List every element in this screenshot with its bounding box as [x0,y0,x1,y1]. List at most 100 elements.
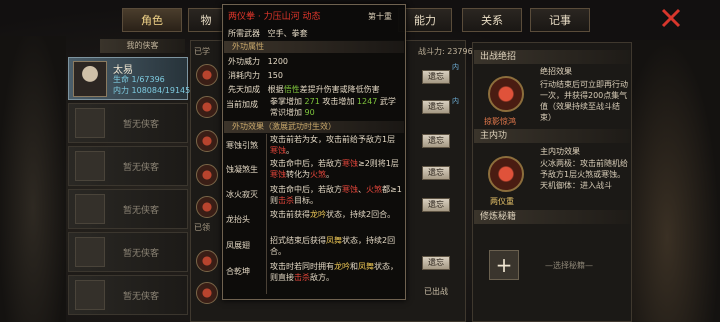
cost-key: 消耗内力 [228,71,260,80]
weapon-key: 所需武器 [228,29,260,38]
empty-hero-slot[interactable]: 暂无侠客 [68,103,188,143]
skill-icon[interactable] [196,196,218,218]
empty-label: 暂无侠客 [123,120,160,130]
avatar-placeholder [75,108,105,138]
hero-life: 生命 1/67396 [113,75,165,84]
close-button[interactable] [658,5,684,31]
innate-highlight: 悟性 [283,85,300,94]
tab-relations[interactable]: 关系 [462,8,522,32]
tab-ability[interactable]: 能力 [398,8,452,32]
effect-keyword: 寒蚀 [342,185,358,194]
tooltip-level: 第十重 [368,12,392,21]
effect-text: 招式结束后获得凤舞状态，持续2回合。 [270,235,402,257]
empty-label: 暂无侠客 [123,249,160,259]
skill-icon[interactable] [196,130,218,152]
effect-keyword: 凤舞 [358,262,374,271]
innate-key: 先天加成 [228,85,260,94]
effect-key: 寒蚀引煞 [226,141,258,150]
avatar [73,61,107,97]
effect-key: 蚀凝煞生 [226,165,258,174]
forget-button[interactable]: 遗忘 [422,134,450,148]
attack-power: 外功威力 1200 [228,56,288,67]
effect-part: 攻击时若同时拥有 [270,262,334,271]
forget-button[interactable]: 遗忘 [422,166,450,180]
add-secret-book-button[interactable]: + [489,250,519,280]
learned-label: 已学 [194,47,210,56]
neigong-effect-desc: 火冰两极：攻击前随机给予敌方1层火煞或寒蚀。天机御体：进入战斗 [540,159,628,190]
ultimate-skill-icon[interactable] [488,76,524,112]
avatar-placeholder [75,151,105,181]
effect-part: 转化为 [286,170,310,179]
empty-hero-slot[interactable]: 暂无侠客 [68,232,188,272]
effect-key: 合乾坤 [226,267,250,276]
main-neigong-header: 主内功 [474,129,630,143]
left-decoration [0,36,66,322]
effect-part: 攻击前若为女，攻击前给予敌方1层 [270,135,396,144]
effect-text: 攻击前若为女，攻击前给予敌方1层寒蚀。 [270,134,402,156]
hero-card-selected[interactable]: 太易 生命 1/67396 内力 108084/191456 [68,57,195,100]
right-decoration [632,40,720,322]
section-attributes: 外功属性 [224,41,404,53]
effect-key: 凤展翅 [226,241,250,250]
tab-journal[interactable]: 记事 [530,8,590,32]
close-icon [661,8,681,28]
empty-hero-slot[interactable]: 暂无侠客 [68,146,188,186]
main-neigong-icon[interactable] [488,156,524,192]
bonus-number: 271 [304,97,320,106]
ultimate-header: 出战绝招 [474,50,630,64]
avatar-placeholder [75,194,105,224]
innate-text: 差提升伤害或降低伤害 [299,85,380,94]
effect-keyword: 击杀 [278,196,294,205]
my-heroes-header: 我的侠客 [100,39,185,53]
bonus-number: 1247 [356,97,378,106]
effect-text: 攻击前获得龙吟状态，持续2回合。 [270,209,402,220]
empty-hero-slot[interactable]: 暂无侠客 [68,275,188,315]
cost-value: 150 [267,71,283,80]
tab-character[interactable]: 角色 [122,8,182,32]
effect-keyword: 龙吟 [334,262,350,271]
effect-part: 、 [358,185,366,194]
effect-part: 目标。 [294,196,318,205]
secret-book-header: 修炼秘籍 [474,210,630,224]
effect-part: 攻击前获得 [270,210,310,219]
forget-button[interactable]: 遗忘 [422,70,450,84]
skill-icon[interactable] [196,64,218,86]
effect-part: 状态，持续2回合。 [326,210,396,219]
empty-label: 暂无侠客 [123,292,160,302]
bonus-text: 攻击增加 [319,97,357,106]
effect-part: 攻击命中后，若敌方 [270,159,342,168]
skill-icon[interactable] [196,250,218,272]
forget-button[interactable]: 遗忘 [422,198,450,212]
innate-bonus: 先天加成 根据悟性差提升伤害或降低伤害 [228,84,380,95]
neigong-effect-title: 主内功效果 [540,147,580,156]
weapon-value: 空手、拳套 [267,29,308,38]
forget-button[interactable]: 遗忘 [422,100,450,114]
effect-keyword: 击杀 [294,273,310,282]
effects-divider [266,134,267,294]
ultimate-effect-desc: 行动结束后可立即再行动一次，并获得200点集气值（效果持续至战斗结束） [540,80,628,122]
effect-text: 攻击时若同时拥有龙吟和凤舞状态，则直接击杀敌方。 [270,261,402,283]
skill-icon[interactable] [196,96,218,118]
forget-button[interactable]: 遗忘 [422,256,450,270]
attack-key: 外功威力 [228,57,260,66]
skill-icon[interactable] [196,164,218,186]
avatar-placeholder [75,237,105,267]
select-secret-book[interactable]: —选择秘籍— [545,260,593,271]
deployed-label: 已出战 [424,287,448,296]
effect-part: 敌方。 [310,273,334,282]
effect-part: 。 [286,146,294,155]
bonus-text: 拳掌增加 [270,97,305,106]
weapon-requirement: 所需武器 空手、拳套 [228,28,308,39]
effect-keyword: 火煞 [366,185,382,194]
effect-part: 招式结束后获得 [270,236,326,245]
attack-value: 1200 [267,57,288,66]
effect-keyword: 凤舞 [326,236,342,245]
received-label: 已领 [194,223,210,232]
empty-hero-slot[interactable]: 暂无侠客 [68,189,188,229]
avatar-placeholder [75,280,105,310]
tab-items[interactable]: 物 [188,8,224,32]
tooltip-title: 两仪拳 · 力压山河 动态 [228,12,321,22]
skill-icon[interactable] [196,282,218,304]
main-neigong-name: 两仪重 [490,197,514,206]
current-bonus-value: 拳掌增加 271 攻击增加 1247 武学常识增加 90 [270,96,402,118]
